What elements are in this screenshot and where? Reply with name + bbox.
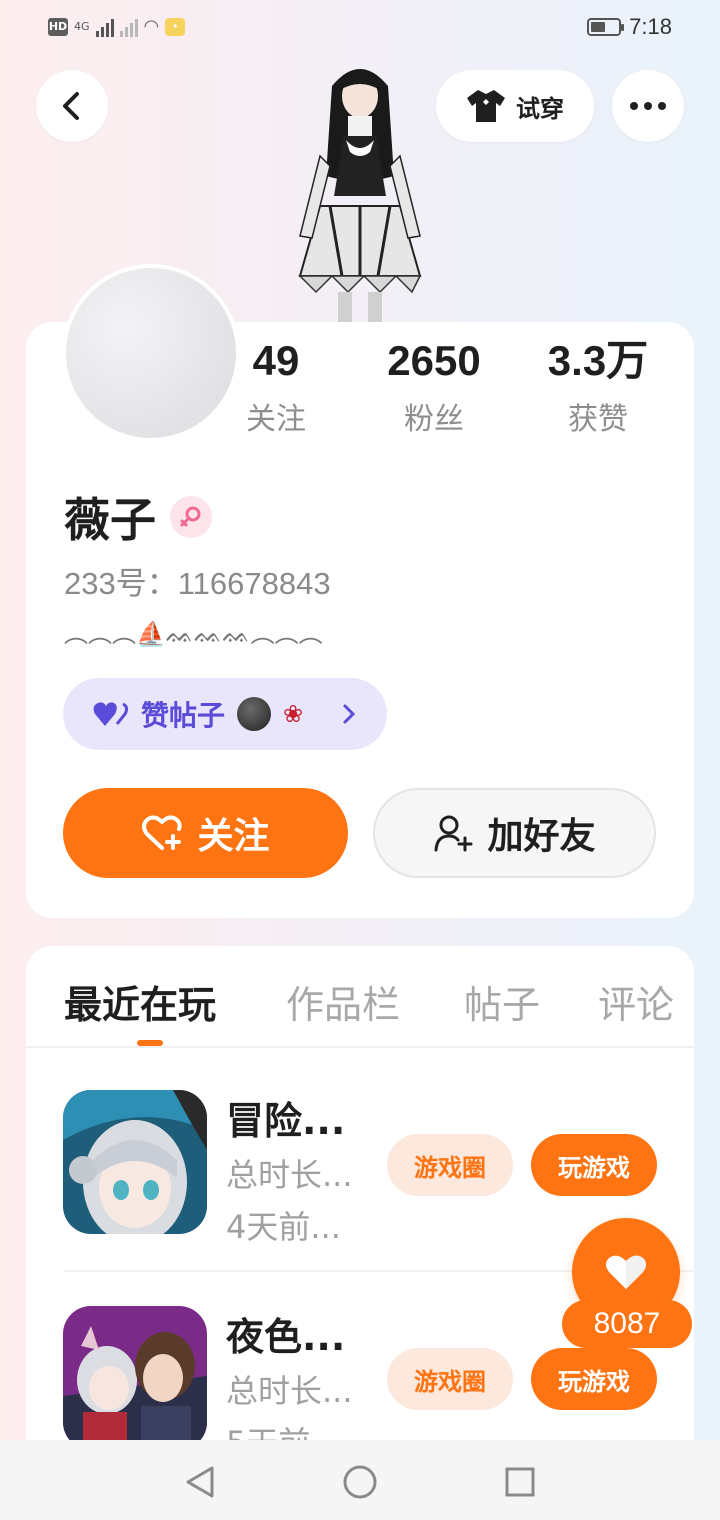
moon-icon bbox=[237, 697, 272, 731]
notification-icon: • bbox=[165, 17, 186, 36]
game-title[interactable]: 冒险... bbox=[226, 1090, 345, 1145]
tab-recent-play[interactable]: 最近在玩 bbox=[64, 974, 216, 1029]
clock: 7:18 bbox=[629, 14, 672, 39]
try-on-label: 试穿 bbox=[516, 94, 564, 123]
nav-home-icon bbox=[343, 1465, 377, 1499]
game-last-played: 5天前... bbox=[226, 1418, 341, 1440]
stat-value: 2650 bbox=[387, 337, 481, 384]
user-id: 233号：116678843 bbox=[64, 566, 331, 601]
shirt-icon bbox=[467, 90, 505, 122]
stat-fans[interactable]: 2650 粉丝 bbox=[354, 336, 514, 438]
status-bar: HD 4G ◠ • 7:18 bbox=[0, 0, 720, 58]
hd-icon: HD bbox=[48, 17, 68, 36]
add-friend-button[interactable]: 加好友 bbox=[373, 788, 656, 878]
add-friend-label: 加好友 bbox=[487, 816, 596, 857]
name-row: 薇子 bbox=[64, 484, 212, 550]
nav-back-button[interactable] bbox=[180, 1462, 220, 1502]
try-on-button[interactable]: 试穿 bbox=[436, 70, 594, 142]
battery-icon bbox=[587, 18, 625, 36]
game-circle-button[interactable]: 游戏圈 bbox=[387, 1348, 513, 1410]
more-icon bbox=[630, 102, 638, 110]
rose-icon: ❀ bbox=[283, 700, 304, 728]
system-nav-bar bbox=[0, 1440, 720, 1520]
add-user-icon bbox=[434, 815, 473, 852]
game-icon[interactable] bbox=[63, 1090, 207, 1234]
back-button[interactable] bbox=[36, 70, 108, 142]
nav-home-button[interactable] bbox=[340, 1462, 380, 1502]
stat-label: 粉丝 bbox=[404, 402, 464, 437]
user-bio: ︵︵︵⛵ᨐᨐᨐ︵︵︵ bbox=[64, 620, 323, 648]
play-game-button[interactable]: 玩游戏 bbox=[531, 1134, 657, 1196]
tab-works[interactable]: 作品栏 bbox=[286, 974, 400, 1029]
back-icon bbox=[63, 92, 79, 120]
wifi-icon: ◠ bbox=[143, 16, 160, 37]
tab-divider bbox=[26, 1046, 694, 1048]
follow-button[interactable]: 关注 bbox=[63, 788, 348, 878]
chevron-right-icon bbox=[343, 704, 356, 724]
stat-label: 关注 bbox=[246, 402, 306, 437]
play-game-button[interactable]: 玩游戏 bbox=[531, 1348, 657, 1410]
follow-heart-icon bbox=[142, 815, 183, 850]
female-icon bbox=[170, 496, 212, 538]
tab-comments[interactable]: 评论 bbox=[598, 974, 674, 1029]
game-circle-button[interactable]: 游戏圈 bbox=[387, 1134, 513, 1196]
stat-value: 3.3万 bbox=[547, 337, 649, 384]
follow-label: 关注 bbox=[197, 816, 270, 857]
stat-label: 获赞 bbox=[568, 402, 628, 437]
badge-label: 赞帖子 bbox=[141, 699, 226, 732]
more-button[interactable] bbox=[612, 70, 684, 142]
heart-icon bbox=[606, 1255, 646, 1289]
signal-icon bbox=[95, 17, 114, 37]
more-icon-dot bbox=[658, 102, 666, 110]
heart-icon bbox=[93, 702, 129, 726]
game-duration: 总时长... bbox=[226, 1156, 353, 1194]
signal-2-icon bbox=[119, 17, 138, 37]
stat-likes[interactable]: 3.3万 获赞 bbox=[518, 336, 678, 438]
game-last-played: 4天前... bbox=[226, 1208, 341, 1246]
tab-posts[interactable]: 帖子 bbox=[464, 974, 540, 1029]
stat-value: 49 bbox=[252, 337, 300, 384]
character-avatar[interactable] bbox=[280, 56, 440, 326]
nav-recents-button[interactable] bbox=[500, 1462, 540, 1502]
nav-recents-icon bbox=[505, 1467, 535, 1497]
game-duration: 总时长... bbox=[226, 1372, 353, 1410]
nav-back-icon bbox=[186, 1466, 214, 1498]
like-post-badge[interactable]: 赞帖子 ❀ bbox=[63, 678, 387, 750]
game-icon[interactable] bbox=[63, 1306, 207, 1450]
user-name: 薇子 bbox=[64, 493, 156, 547]
like-count: 8087 bbox=[562, 1300, 692, 1348]
network-type: 4G bbox=[74, 20, 90, 33]
game-title[interactable]: 夜色... bbox=[226, 1306, 345, 1361]
more-icon-dot bbox=[644, 102, 652, 110]
stat-following[interactable]: 49 关注 bbox=[196, 336, 356, 438]
